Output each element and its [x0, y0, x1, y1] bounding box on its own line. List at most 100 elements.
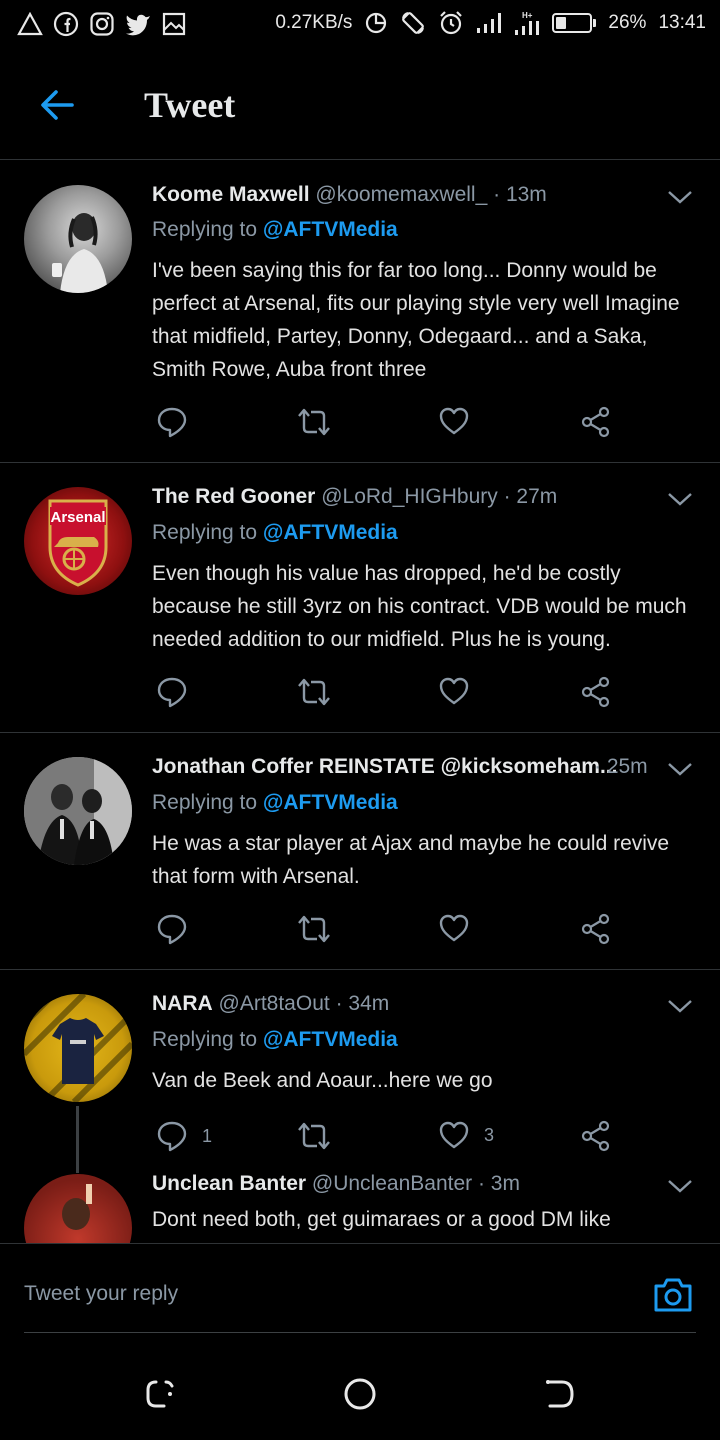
- camera-icon[interactable]: [652, 1274, 694, 1316]
- tweet-timestamp: · 25m: [594, 755, 648, 778]
- retweet-button[interactable]: [296, 676, 346, 708]
- retweet-button[interactable]: [296, 913, 346, 945]
- reply-icon: [156, 913, 188, 945]
- like-button[interactable]: [438, 406, 484, 436]
- svg-text:H+: H+: [522, 11, 533, 20]
- tweet-author-name[interactable]: Koome Maxwell: [152, 183, 310, 206]
- reply-button[interactable]: [156, 913, 202, 945]
- tweet[interactable]: Arsenal The Red Gooner @LoRd_HIGHbury · …: [0, 463, 720, 733]
- reply-input[interactable]: Tweet your reply: [24, 1282, 178, 1306]
- replying-to-handle[interactable]: @AFTVMedia: [263, 1028, 398, 1051]
- tweet-author-handle: @koomemaxwell_: [315, 183, 488, 206]
- avatar[interactable]: Arsenal: [24, 487, 132, 595]
- reply-button[interactable]: [156, 676, 202, 708]
- heart-icon: [438, 1120, 470, 1150]
- system-nav-bar: [0, 1350, 720, 1440]
- tweet-text: He was a star player at Ajax and maybe h…: [152, 832, 670, 888]
- like-button[interactable]: [438, 913, 484, 943]
- retweet-icon: [296, 1120, 332, 1152]
- tweet-timestamp: · 27m: [503, 485, 558, 508]
- reply-count: 1: [202, 1125, 213, 1146]
- like-count: 3: [484, 1124, 495, 1145]
- tweet-text: Even though his value has dropped, he'd …: [152, 562, 687, 651]
- tweet-text: I've been saying this for far too long..…: [152, 259, 680, 381]
- tweet-list[interactable]: Koome Maxwell @koomemaxwell_ · 13m Reply…: [0, 161, 720, 1243]
- avatar[interactable]: [24, 185, 132, 293]
- tweet-timestamp: · 13m: [493, 183, 547, 206]
- data-saver-icon: [364, 11, 388, 35]
- tweet-timestamp: · 3m: [477, 1172, 520, 1195]
- replying-to-handle[interactable]: @AFTVMedia: [263, 218, 398, 241]
- heart-icon: [438, 913, 470, 943]
- replying-to: Replying to @AFTVMedia: [152, 521, 398, 545]
- share-button[interactable]: [580, 676, 612, 708]
- tweet-author-handle: @UncleanBanter: [311, 1172, 473, 1195]
- tweet[interactable]: NARA @Art8taOut · 34m Replying to @AFTVM…: [0, 970, 720, 1173]
- retweet-icon: [296, 676, 332, 708]
- tweet-author-name[interactable]: NARA: [152, 992, 213, 1015]
- signal-icon: [476, 12, 502, 34]
- notification-icons: [16, 10, 188, 38]
- avatar-logo-text: Arsenal: [50, 509, 105, 526]
- tweet-author-handle: @Art8taOut: [218, 992, 330, 1015]
- like-button[interactable]: 3: [438, 1120, 494, 1150]
- battery-percent: 26%: [608, 12, 647, 33]
- instagram-icon: [88, 10, 116, 38]
- home-icon[interactable]: [342, 1376, 378, 1412]
- share-button[interactable]: [580, 406, 612, 438]
- replying-to: Replying to @AFTVMedia: [152, 791, 398, 815]
- retweet-icon: [296, 913, 332, 945]
- replying-to-handle[interactable]: @AFTVMedia: [263, 791, 398, 814]
- reply-button[interactable]: [156, 406, 202, 438]
- tweet-header: Unclean Banter @UncleanBanter · 3m: [152, 1172, 660, 1196]
- clock: 13:41: [658, 12, 706, 33]
- back-icon[interactable]: [542, 1376, 578, 1412]
- tweet[interactable]: Unclean Banter @UncleanBanter · 3m Dont …: [0, 1172, 720, 1243]
- battery-icon: [552, 13, 597, 33]
- chevron-down-icon[interactable]: [666, 760, 694, 778]
- like-button[interactable]: [438, 676, 484, 706]
- tweet[interactable]: Koome Maxwell @koomemaxwell_ · 13m Reply…: [0, 161, 720, 463]
- tweet-timestamp: · 34m: [335, 992, 390, 1015]
- page-title: Tweet: [144, 85, 236, 125]
- heart-icon: [438, 676, 470, 706]
- replying-to: Replying to @AFTVMedia: [152, 1028, 398, 1052]
- tweet[interactable]: Jonathan Coffer REINSTATE @kicksomeham..…: [0, 733, 720, 970]
- chevron-down-icon[interactable]: [666, 490, 694, 508]
- tweet-author-name[interactable]: Unclean Banter: [152, 1172, 306, 1195]
- alarm-icon: [438, 10, 464, 36]
- gallery-icon: [160, 10, 188, 38]
- retweet-button[interactable]: [296, 406, 346, 438]
- tweet-actions: 1 3: [156, 1120, 626, 1154]
- reply-bar: Tweet your reply: [0, 1243, 720, 1343]
- reply-button[interactable]: 1: [156, 1120, 212, 1152]
- alert-icon: [16, 10, 44, 38]
- chevron-down-icon[interactable]: [666, 997, 694, 1015]
- signal-h-icon: H+: [514, 10, 540, 36]
- replying-to: Replying to @AFTVMedia: [152, 218, 398, 242]
- share-button[interactable]: [580, 1120, 612, 1152]
- tweet-author-name[interactable]: Jonathan Coffer REINSTATE: [152, 755, 435, 778]
- twitter-icon: [124, 10, 152, 38]
- retweet-button[interactable]: [296, 1120, 346, 1152]
- share-button[interactable]: [580, 913, 612, 945]
- chevron-down-icon[interactable]: [666, 188, 694, 206]
- reply-icon: [156, 406, 188, 438]
- rotation-icon: [400, 10, 426, 36]
- replying-to-prefix: Replying to: [152, 218, 258, 241]
- recent-apps-icon[interactable]: [142, 1376, 178, 1412]
- avatar[interactable]: [24, 994, 132, 1102]
- tweet-header: Jonathan Coffer REINSTATE @kicksomeham..…: [152, 755, 660, 779]
- back-arrow-icon[interactable]: [34, 82, 80, 128]
- avatar[interactable]: [24, 757, 132, 865]
- header: Tweet: [0, 50, 720, 160]
- reply-icon: [156, 676, 188, 708]
- tweet-author-name[interactable]: The Red Gooner: [152, 485, 315, 508]
- avatar[interactable]: [24, 1174, 132, 1243]
- replying-to-prefix: Replying to: [152, 791, 258, 814]
- status-bar: 0.27KB/s H+ 26% 13:41: [0, 0, 720, 50]
- replying-to-handle[interactable]: @AFTVMedia: [263, 521, 398, 544]
- chevron-down-icon[interactable]: [666, 1177, 694, 1195]
- share-icon: [580, 406, 612, 438]
- reply-underline: [24, 1332, 696, 1333]
